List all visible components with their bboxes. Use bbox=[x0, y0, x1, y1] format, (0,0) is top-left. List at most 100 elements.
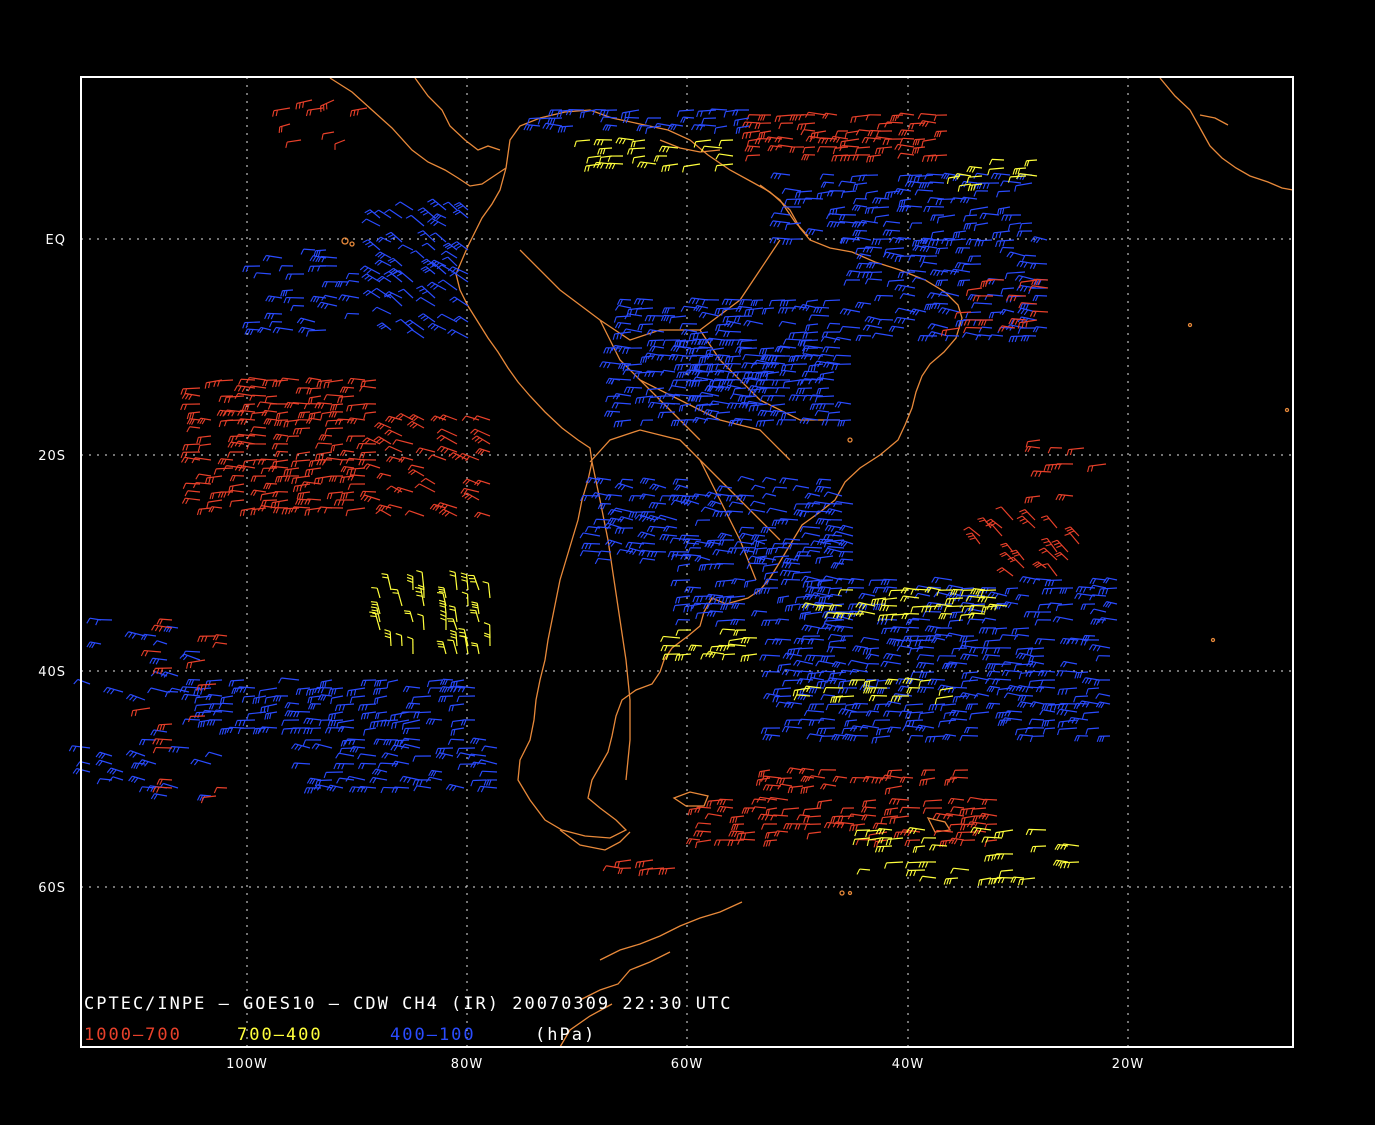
wind-barb bbox=[761, 347, 775, 350]
wind-barb bbox=[626, 386, 643, 389]
wind-barb bbox=[360, 762, 377, 765]
wind-barb bbox=[818, 387, 830, 390]
wind-barb bbox=[299, 411, 311, 414]
wind-barb bbox=[962, 734, 979, 737]
wind-barb-feather bbox=[371, 587, 378, 589]
wind-barb bbox=[804, 370, 819, 373]
wind-barb-feather bbox=[447, 639, 454, 642]
wind-barb bbox=[994, 627, 1008, 630]
wind-barb bbox=[741, 526, 755, 529]
wind-barb-feather bbox=[392, 592, 399, 594]
wind-barb bbox=[818, 604, 832, 607]
wind-barb bbox=[1047, 579, 1063, 582]
wind-barb bbox=[440, 695, 454, 698]
wind-barb-feather bbox=[436, 640, 443, 643]
wind-barb bbox=[400, 635, 403, 647]
wind-barb bbox=[308, 387, 322, 390]
wind-barb bbox=[951, 611, 964, 614]
wind-barb bbox=[596, 518, 612, 521]
wind-barb bbox=[1044, 727, 1056, 730]
wind-barb bbox=[744, 546, 757, 549]
wind-barb bbox=[649, 339, 665, 342]
wind-barb bbox=[1060, 702, 1078, 705]
wind-barb bbox=[389, 631, 392, 647]
wind-barb-feather bbox=[371, 603, 378, 606]
wind-barb bbox=[895, 639, 913, 642]
wind-barb bbox=[482, 770, 498, 773]
wind-barb-feather bbox=[438, 645, 445, 648]
wind-barb bbox=[649, 550, 667, 553]
wind-barb bbox=[879, 122, 893, 125]
wind-barb bbox=[741, 347, 758, 350]
wind-barb bbox=[914, 138, 926, 141]
wind-barb bbox=[315, 249, 327, 252]
wind-barb bbox=[244, 695, 256, 698]
wind-barb bbox=[961, 587, 975, 590]
wind-barb bbox=[944, 662, 957, 665]
wind-barb bbox=[984, 798, 998, 801]
wind-barb bbox=[625, 116, 640, 119]
wind-barb bbox=[295, 427, 311, 430]
wind-map: EQ 20S 40S 60S 100W 80W 60W 40W 20W CPTE… bbox=[0, 0, 1375, 1125]
wind-barb bbox=[881, 604, 898, 607]
wind-barb bbox=[1002, 287, 1015, 290]
wind-barb bbox=[1020, 694, 1034, 697]
wind-barb bbox=[910, 122, 926, 125]
wind-barb bbox=[763, 526, 777, 529]
wind-barb bbox=[930, 678, 946, 681]
wind-barb bbox=[347, 312, 360, 315]
wind-barb bbox=[282, 289, 294, 292]
wind-barb-feather bbox=[469, 609, 476, 612]
wind-barb bbox=[910, 647, 924, 650]
wind-barb bbox=[998, 190, 1011, 193]
wind-barb bbox=[622, 478, 634, 481]
wind-barb bbox=[663, 314, 676, 317]
wind-barb-feather bbox=[370, 615, 377, 618]
wind-barb bbox=[1024, 254, 1037, 257]
wind-barb bbox=[719, 798, 734, 801]
wind-barb bbox=[916, 639, 935, 642]
wind-barb bbox=[733, 618, 746, 621]
wind-barb bbox=[979, 589, 997, 592]
wind-barb bbox=[730, 419, 742, 422]
wind-barb bbox=[774, 695, 792, 698]
wind-barb bbox=[342, 739, 355, 742]
wind-barb bbox=[726, 330, 742, 333]
wind-barb bbox=[1016, 663, 1034, 666]
wind-barb bbox=[800, 718, 814, 721]
wind-barb bbox=[362, 490, 377, 493]
wind-barb-feather bbox=[437, 643, 444, 646]
wind-barb bbox=[825, 502, 843, 505]
wind-barb bbox=[221, 702, 234, 705]
wind-barb bbox=[688, 347, 703, 350]
wind-barb bbox=[950, 686, 968, 689]
wind-barb bbox=[825, 299, 841, 302]
wind-barb bbox=[267, 312, 283, 315]
wind-barb bbox=[804, 146, 816, 149]
wind-barb-feather bbox=[369, 611, 376, 614]
wind-barb bbox=[599, 147, 613, 150]
wind-barb bbox=[816, 306, 830, 309]
wind-barb bbox=[1026, 159, 1038, 162]
wind-barb bbox=[976, 239, 993, 242]
wind-barb bbox=[376, 679, 388, 682]
wind-barb-feather bbox=[404, 612, 411, 615]
wind-barb bbox=[892, 114, 904, 117]
wind-barb bbox=[184, 443, 201, 446]
wind-barb bbox=[639, 323, 654, 326]
wind-barb bbox=[326, 427, 344, 430]
wind-barb bbox=[959, 279, 971, 282]
wind-barb bbox=[665, 402, 681, 405]
wind-barb bbox=[936, 130, 948, 133]
wind-barb bbox=[716, 307, 731, 310]
wind-barb bbox=[687, 379, 703, 382]
wind-barb bbox=[1087, 687, 1100, 690]
wind-barb bbox=[926, 205, 945, 208]
wind-barb bbox=[781, 299, 797, 302]
wind-barb bbox=[348, 272, 360, 275]
wind-barb bbox=[244, 403, 256, 406]
wind-barb bbox=[968, 238, 982, 241]
wind-barb bbox=[437, 747, 454, 750]
wind-barb bbox=[908, 626, 920, 629]
wind-barb bbox=[835, 354, 852, 357]
